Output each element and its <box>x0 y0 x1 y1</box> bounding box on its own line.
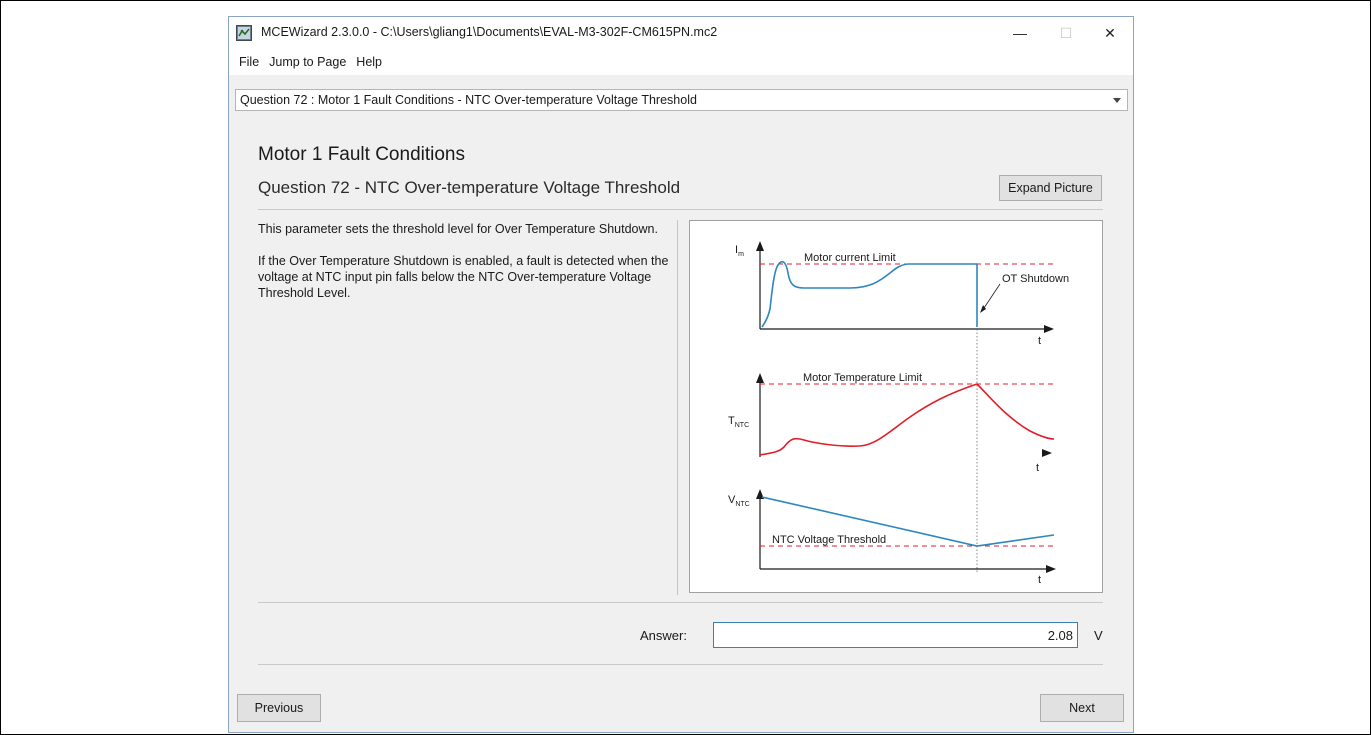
menu-jump-to-page[interactable]: Jump to Page <box>264 55 351 69</box>
description-paragraph: This parameter sets the threshold level … <box>258 222 658 236</box>
next-button[interactable]: Next <box>1040 694 1124 722</box>
ot-shutdown-label: OT Shutdown <box>1002 273 1069 285</box>
question-title: Question 72 - NTC Over-temperature Volta… <box>258 178 681 197</box>
section-title: Motor 1 Fault Conditions <box>258 144 465 165</box>
current-curve <box>761 260 978 328</box>
window-title: MCEWizard 2.3.0.0 - C:\Users\gliang1\Doc… <box>261 25 718 39</box>
minimize-button[interactable]: — <box>997 17 1043 49</box>
header-divider <box>258 209 1103 210</box>
time-label: t <box>1038 574 1041 586</box>
answer-bottom-divider <box>258 664 1103 665</box>
volt-threshold-label: NTC Voltage Threshold <box>772 534 886 546</box>
close-button[interactable]: ✕ <box>1087 17 1133 49</box>
arrow-right-icon <box>1042 449 1052 457</box>
volt-axis-label: VNTC <box>728 494 750 508</box>
maximize-icon: ☐ <box>1059 24 1073 41</box>
time-label: t <box>1036 462 1039 474</box>
minimize-icon: — <box>1013 25 1027 41</box>
content-divider <box>677 220 678 595</box>
question-dropdown-value: Question 72 : Motor 1 Fault Conditions -… <box>240 93 697 107</box>
arrow-right-icon <box>1044 325 1054 333</box>
current-limit-label: Motor current Limit <box>804 252 896 264</box>
question-dropdown[interactable]: Question 72 : Motor 1 Fault Conditions -… <box>235 89 1128 111</box>
description-paragraph: If the Over Temperature Shutdown is enab… <box>258 254 669 300</box>
answer-unit: V <box>1094 628 1103 643</box>
title-bar: MCEWizard 2.3.0.0 - C:\Users\gliang1\Doc… <box>229 17 1133 49</box>
current-axis-label: Im <box>735 244 744 258</box>
ot-shutdown-pointer <box>981 283 1001 312</box>
chevron-down-icon <box>1107 90 1127 110</box>
temp-axis-label: TNTC <box>728 415 749 429</box>
menu-help[interactable]: Help <box>351 55 387 69</box>
arrow-up-icon <box>756 241 764 251</box>
diagram-svg: Im Motor current Limit OT Shutdown t Mot… <box>728 241 1069 586</box>
expand-picture-button[interactable]: Expand Picture <box>999 175 1102 201</box>
arrow-right-icon <box>1046 565 1056 573</box>
maximize-button[interactable]: ☐ <box>1043 17 1089 49</box>
previous-button[interactable]: Previous <box>237 694 321 722</box>
app-logo-icon <box>236 25 252 41</box>
question-description: This parameter sets the threshold level … <box>258 221 682 317</box>
menu-bar: File Jump to Page Help <box>229 49 1133 75</box>
time-label: t <box>1038 335 1041 347</box>
diagram-picture: Im Motor current Limit OT Shutdown t Mot… <box>689 220 1103 593</box>
temperature-curve <box>759 383 1055 456</box>
answer-top-divider <box>258 602 1103 603</box>
answer-label: Answer: <box>640 628 687 643</box>
temp-limit-label: Motor Temperature Limit <box>803 372 922 384</box>
arrow-up-icon <box>756 373 764 383</box>
close-icon: ✕ <box>1104 24 1116 41</box>
app-window: MCEWizard 2.3.0.0 - C:\Users\gliang1\Doc… <box>228 16 1134 733</box>
answer-input[interactable] <box>713 622 1078 648</box>
menu-file[interactable]: File <box>234 55 264 69</box>
